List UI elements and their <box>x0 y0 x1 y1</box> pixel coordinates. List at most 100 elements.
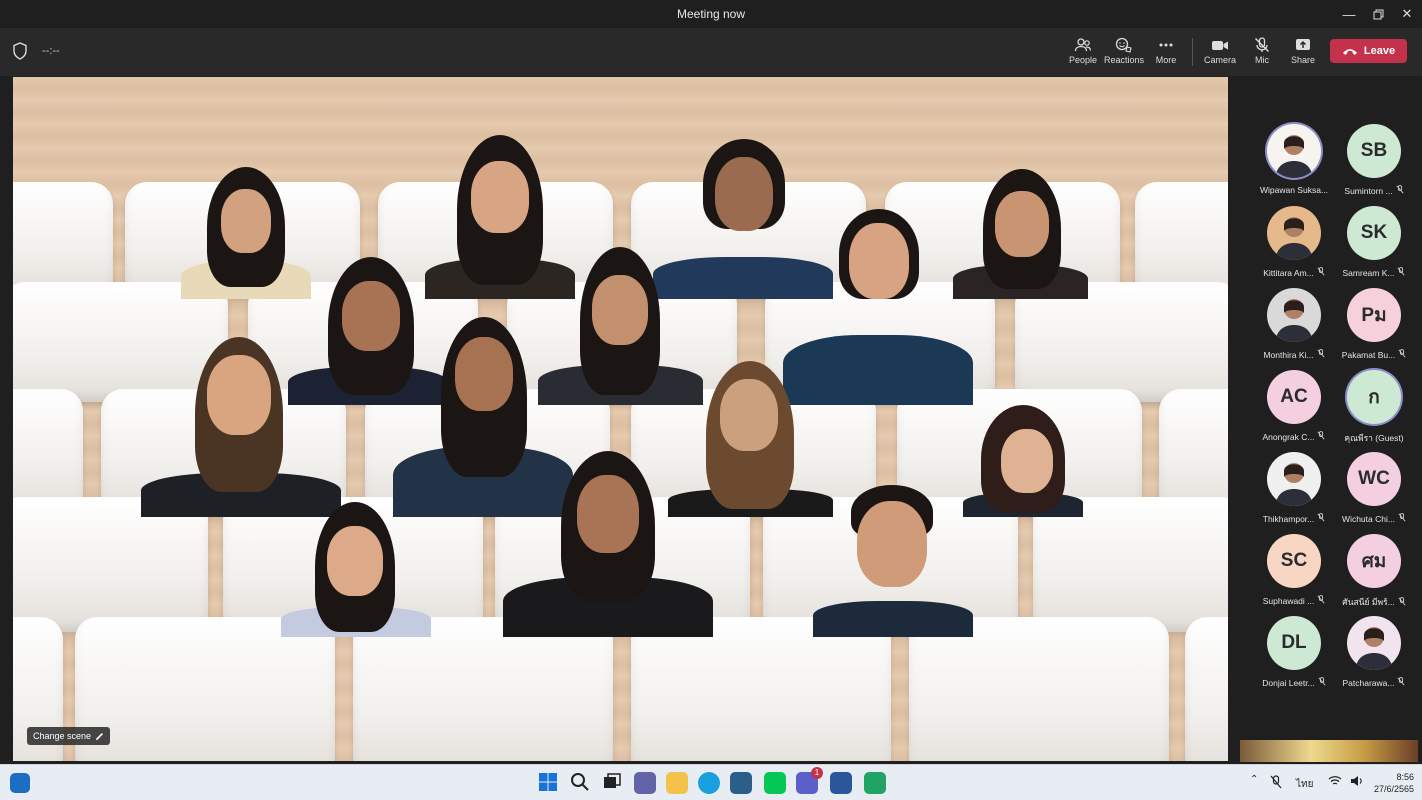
seat <box>1135 182 1228 297</box>
participant-name-row: Thikhampor... <box>1253 513 1335 524</box>
chat-icon[interactable] <box>634 772 656 794</box>
widgets-icon[interactable] <box>10 773 30 793</box>
reactions-button[interactable]: Reactions <box>1102 35 1146 71</box>
participant-tile[interactable]: Patcharawa... <box>1333 616 1415 696</box>
participant-name: คุณพีรา (Guest) <box>1344 433 1404 443</box>
teams-notification-badge: 1 <box>811 767 823 779</box>
seat <box>1159 389 1228 514</box>
seat <box>13 389 83 514</box>
search-icon[interactable] <box>570 772 592 794</box>
share-button[interactable]: Share <box>1281 35 1325 71</box>
leave-button[interactable]: Leave <box>1330 39 1407 63</box>
volume-icon[interactable] <box>1350 775 1364 790</box>
mic-off-icon <box>1318 677 1326 688</box>
participant-tile[interactable]: Wipawan Suksa... <box>1253 124 1335 204</box>
participant-avatar: SB <box>1347 124 1401 178</box>
participant-avatar: DL <box>1267 616 1321 670</box>
participant-initials: SK <box>1360 222 1388 243</box>
edge-icon[interactable] <box>698 772 720 794</box>
system-clock[interactable]: 8:56 27/6/2565 <box>1374 771 1414 795</box>
participant-tile[interactable]: ศมศันสนีย์ มีพร้... <box>1333 534 1415 614</box>
language-indicator[interactable]: ไทย <box>1296 777 1313 792</box>
participant-name-row: Donjai Leetr... <box>1253 677 1335 688</box>
participant-tile[interactable]: WC Wichuta Chi... <box>1333 452 1415 532</box>
participant-tile[interactable]: SB Sumintorn ... <box>1333 124 1415 204</box>
participant-tile[interactable]: SC Suphawadi ... <box>1253 534 1335 614</box>
participant-avatar: ก <box>1347 370 1401 424</box>
participant-tile[interactable]: กคุณพีรา (Guest) <box>1333 370 1415 450</box>
content-banner <box>1240 740 1418 762</box>
seat <box>1033 497 1228 632</box>
participant-name: Anongrak C... <box>1262 431 1315 442</box>
participant-tile[interactable]: AC Anongrak C... <box>1253 370 1335 450</box>
reactions-icon <box>1115 37 1132 53</box>
profile-photo-icon <box>1275 135 1313 178</box>
line-app-icon[interactable] <box>764 772 786 794</box>
profile-photo-icon <box>1275 299 1313 342</box>
participant-name: ศันสนีย์ มีพร้... <box>1342 597 1395 607</box>
participant-video <box>813 485 973 637</box>
participant-avatar <box>1267 452 1321 506</box>
mic-off-icon <box>1398 349 1406 360</box>
mic-off-icon <box>1397 267 1406 278</box>
people-button[interactable]: People <box>1061 35 1105 71</box>
word-icon[interactable] <box>830 772 852 794</box>
seat <box>631 617 891 761</box>
store-icon[interactable] <box>730 772 752 794</box>
seat <box>13 182 113 297</box>
participant-tile[interactable]: Pม Pakamat Bu... <box>1333 288 1415 368</box>
participant-name-row: Samream K... <box>1333 267 1415 278</box>
mic-off-icon <box>1317 595 1325 606</box>
show-hidden-icons-icon[interactable]: ⌃ <box>1250 774 1258 785</box>
seat <box>1015 282 1228 402</box>
excel-icon[interactable] <box>864 772 886 794</box>
seat <box>75 617 335 761</box>
participant-name: Thikhampor... <box>1262 513 1315 524</box>
participant-tile[interactable]: SK Samream K... <box>1333 206 1415 286</box>
reactions-label: Reactions <box>1103 55 1145 65</box>
participant-name-row: Sumintorn ... <box>1333 185 1415 196</box>
participant-tile[interactable]: Monthira Ki... <box>1253 288 1335 368</box>
participant-tile[interactable]: Kittitara Am... <box>1253 206 1335 286</box>
participant-name-row: Pakamat Bu... <box>1333 349 1415 360</box>
mic-muted-tray-icon[interactable] <box>1270 775 1282 792</box>
more-button[interactable]: More <box>1144 35 1188 71</box>
participant-name: Patcharawa... <box>1342 677 1395 688</box>
seat <box>13 497 208 632</box>
toolbar-divider <box>1192 38 1193 66</box>
mic-label: Mic <box>1255 55 1269 65</box>
seat <box>1185 617 1228 761</box>
participant-tile[interactable]: Thikhampor... <box>1253 452 1335 532</box>
task-view-icon[interactable] <box>602 772 624 794</box>
mic-off-icon <box>1398 513 1406 524</box>
participant-name-row: Anongrak C... <box>1253 431 1335 442</box>
mic-off-icon <box>1317 431 1326 442</box>
profile-photo-icon <box>1275 217 1313 260</box>
mic-off-icon <box>1317 267 1325 278</box>
participant-avatar: Pม <box>1347 288 1401 342</box>
together-mode-stage: Change scene <box>13 77 1228 761</box>
participant-name: Wichuta Chi... <box>1342 513 1395 524</box>
camera-button[interactable]: Camera <box>1198 35 1242 71</box>
camera-icon <box>1212 41 1228 50</box>
participant-name-row: คุณพีรา (Guest) <box>1333 431 1415 445</box>
meeting-toolbar: --:-- People Reactions More Camera Mic S… <box>0 28 1422 76</box>
start-icon[interactable] <box>538 772 560 794</box>
participant-name-row: Monthira Ki... <box>1253 349 1335 360</box>
participant-initials: SB <box>1360 140 1388 161</box>
file-explorer-icon[interactable] <box>666 772 688 794</box>
participant-name: Samream K... <box>1342 267 1395 278</box>
change-scene-button[interactable]: Change scene <box>27 727 111 745</box>
participant-name: Kittitara Am... <box>1263 267 1314 278</box>
mic-button[interactable]: Mic <box>1240 35 1284 71</box>
participant-initials: SC <box>1280 550 1308 571</box>
close-icon[interactable]: ✕ <box>1390 0 1422 28</box>
participant-name: Donjai Leetr... <box>1262 677 1315 688</box>
participant-initials: WC <box>1358 468 1390 489</box>
participant-avatar: AC <box>1267 370 1321 424</box>
mic-off-icon <box>1398 596 1406 608</box>
network-icon[interactable] <box>1328 775 1342 790</box>
teams-icon[interactable]: 1 <box>796 767 823 794</box>
participant-tile[interactable]: DL Donjai Leetr... <box>1253 616 1335 696</box>
participant-initials: ศม <box>1361 551 1387 572</box>
